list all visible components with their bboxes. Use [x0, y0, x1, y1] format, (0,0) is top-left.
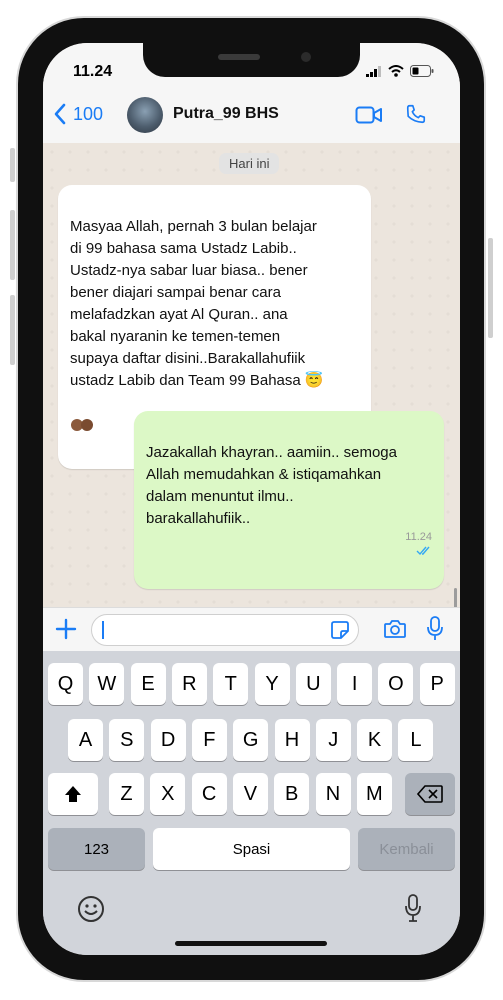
screen: 11.24 100 Putra_99 BHS Hari ini Masyaa A…: [43, 43, 460, 955]
back-button[interactable]: 100: [53, 103, 103, 125]
back-chevron-icon: [54, 103, 66, 125]
key-b[interactable]: B: [274, 773, 310, 815]
wifi-icon: [388, 65, 404, 77]
video-call-icon[interactable]: [355, 105, 383, 125]
front-camera: [301, 52, 311, 62]
chat-header: 100 Putra_99 BHS: [43, 89, 460, 144]
microphone-icon[interactable]: [425, 616, 445, 642]
battery-icon: [410, 65, 434, 77]
notch: [143, 43, 360, 77]
backspace-icon: [417, 785, 443, 803]
date-chip: Hari ini: [219, 153, 280, 174]
key-h[interactable]: H: [274, 719, 310, 761]
input-bar: [43, 607, 460, 652]
key-m[interactable]: M: [356, 773, 392, 815]
shift-key[interactable]: [48, 773, 98, 815]
plus-icon[interactable]: [55, 618, 77, 640]
side-button: [10, 148, 15, 182]
chat-area[interactable]: Hari ini Masyaa Allah, pernah 3 bulan be…: [43, 143, 460, 638]
key-r[interactable]: R: [171, 663, 207, 705]
key-o[interactable]: O: [378, 663, 414, 705]
key-s[interactable]: S: [109, 719, 145, 761]
key-k[interactable]: K: [357, 719, 393, 761]
key-e[interactable]: E: [130, 663, 166, 705]
message-text: Jazakallah khayran.. aamiin.. semoga All…: [146, 444, 397, 527]
status-time: 11.24: [73, 63, 113, 80]
text-caret: [102, 621, 104, 639]
key-y[interactable]: Y: [254, 663, 290, 705]
backspace-key[interactable]: [405, 773, 455, 815]
side-button: [10, 210, 15, 280]
message-input[interactable]: [91, 614, 359, 646]
camera-icon[interactable]: [383, 619, 407, 639]
key-i[interactable]: I: [337, 663, 373, 705]
shift-icon: [65, 786, 81, 802]
emoji-icon[interactable]: [77, 895, 105, 923]
key-d[interactable]: D: [150, 719, 186, 761]
key-a[interactable]: A: [68, 719, 103, 761]
key-c[interactable]: C: [191, 773, 227, 815]
side-button: [488, 238, 493, 338]
contact-name[interactable]: Putra_99 BHS: [173, 105, 279, 123]
key-t[interactable]: T: [213, 663, 249, 705]
message-text: Masyaa Allah, pernah 3 bulan belajar di …: [70, 218, 324, 389]
status-icons: [366, 65, 434, 77]
side-button: [10, 295, 15, 365]
key-w[interactable]: W: [89, 663, 125, 705]
earpiece: [218, 54, 260, 60]
return-key[interactable]: Kembali: [358, 828, 455, 870]
message-outgoing[interactable]: Jazakallah khayran.. aamiin.. semoga All…: [134, 411, 444, 589]
dictation-icon[interactable]: [403, 893, 423, 923]
home-indicator: [175, 941, 327, 946]
voice-call-icon[interactable]: [405, 103, 427, 125]
key-u[interactable]: U: [295, 663, 331, 705]
key-n[interactable]: N: [315, 773, 351, 815]
key-p[interactable]: P: [419, 663, 455, 705]
key-l[interactable]: L: [398, 719, 434, 761]
keyboard: QWERTYUIOP ASDFGHJKL ZXCVBNM 123 Spasi K…: [43, 651, 460, 955]
read-receipt-icon: [416, 546, 430, 556]
space-key[interactable]: Spasi: [153, 828, 350, 870]
back-count: 100: [73, 103, 104, 124]
key-z[interactable]: Z: [109, 773, 144, 815]
numbers-key[interactable]: 123: [48, 828, 145, 870]
sticker-icon[interactable]: [330, 620, 350, 640]
message-time: 11.24: [405, 531, 432, 543]
key-x[interactable]: X: [150, 773, 186, 815]
avatar[interactable]: [127, 97, 163, 133]
signal-icon: [366, 65, 381, 77]
key-q[interactable]: Q: [48, 663, 83, 705]
key-v[interactable]: V: [232, 773, 268, 815]
pray-hands-emoji: [70, 394, 93, 431]
key-j[interactable]: J: [315, 719, 351, 761]
key-f[interactable]: F: [191, 719, 227, 761]
key-g[interactable]: G: [233, 719, 269, 761]
